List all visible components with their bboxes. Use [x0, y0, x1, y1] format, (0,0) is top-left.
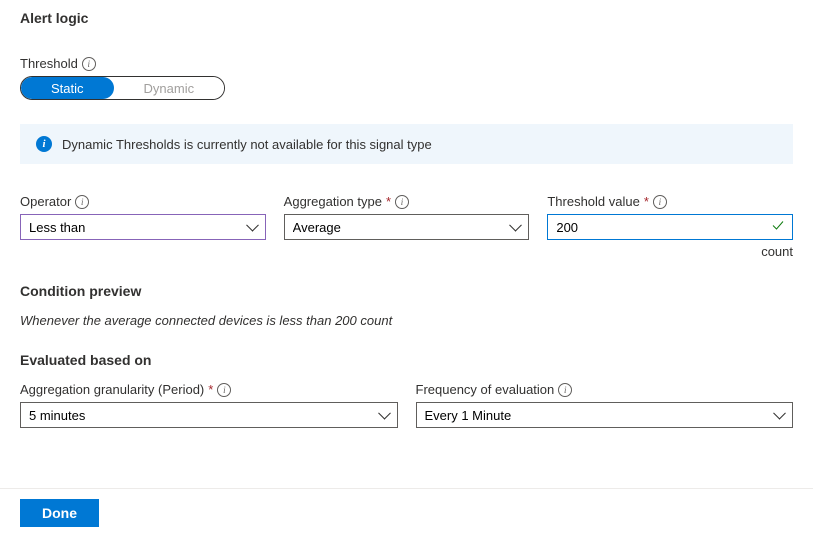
info-icon[interactable]: i	[75, 195, 89, 209]
aggregation-type-label: Aggregation type * i	[284, 194, 530, 209]
condition-preview-text: Whenever the average connected devices i…	[20, 313, 793, 328]
frequency-select[interactable]: Every 1 Minute	[416, 402, 794, 428]
page-title: Alert logic	[20, 10, 793, 26]
threshold-dynamic-button[interactable]: Dynamic	[114, 77, 225, 99]
condition-preview-heading: Condition preview	[20, 283, 793, 299]
operator-label: Operator i	[20, 194, 266, 209]
threshold-label-text: Threshold	[20, 56, 78, 71]
aggregation-type-select[interactable]: Average	[284, 214, 530, 240]
info-icon[interactable]: i	[395, 195, 409, 209]
threshold-value-input[interactable]	[547, 214, 793, 240]
operator-label-text: Operator	[20, 194, 71, 209]
info-icon[interactable]: i	[217, 383, 231, 397]
frequency-label-text: Frequency of evaluation	[416, 382, 555, 397]
threshold-value-label: Threshold value * i	[547, 194, 793, 209]
granularity-label-text: Aggregation granularity (Period)	[20, 382, 204, 397]
granularity-label: Aggregation granularity (Period) * i	[20, 382, 398, 397]
granularity-select[interactable]: 5 minutes	[20, 402, 398, 428]
threshold-value-unit: count	[547, 244, 793, 259]
evaluated-heading: Evaluated based on	[20, 352, 793, 368]
required-indicator: *	[208, 382, 213, 397]
threshold-label: Threshold i	[20, 56, 793, 71]
operator-select[interactable]: Less than	[20, 214, 266, 240]
required-indicator: *	[644, 194, 649, 209]
threshold-static-button[interactable]: Static	[21, 77, 114, 99]
done-button[interactable]: Done	[20, 499, 99, 527]
info-banner-text: Dynamic Thresholds is currently not avai…	[62, 137, 432, 152]
info-icon[interactable]: i	[82, 57, 96, 71]
info-icon[interactable]: i	[653, 195, 667, 209]
aggregation-type-label-text: Aggregation type	[284, 194, 382, 209]
threshold-toggle: Static Dynamic	[20, 76, 225, 100]
info-banner: i Dynamic Thresholds is currently not av…	[20, 124, 793, 164]
required-indicator: *	[386, 194, 391, 209]
footer: Done	[0, 488, 813, 537]
info-icon: i	[36, 136, 52, 152]
info-icon[interactable]: i	[558, 383, 572, 397]
threshold-value-label-text: Threshold value	[547, 194, 640, 209]
frequency-label: Frequency of evaluation i	[416, 382, 794, 397]
